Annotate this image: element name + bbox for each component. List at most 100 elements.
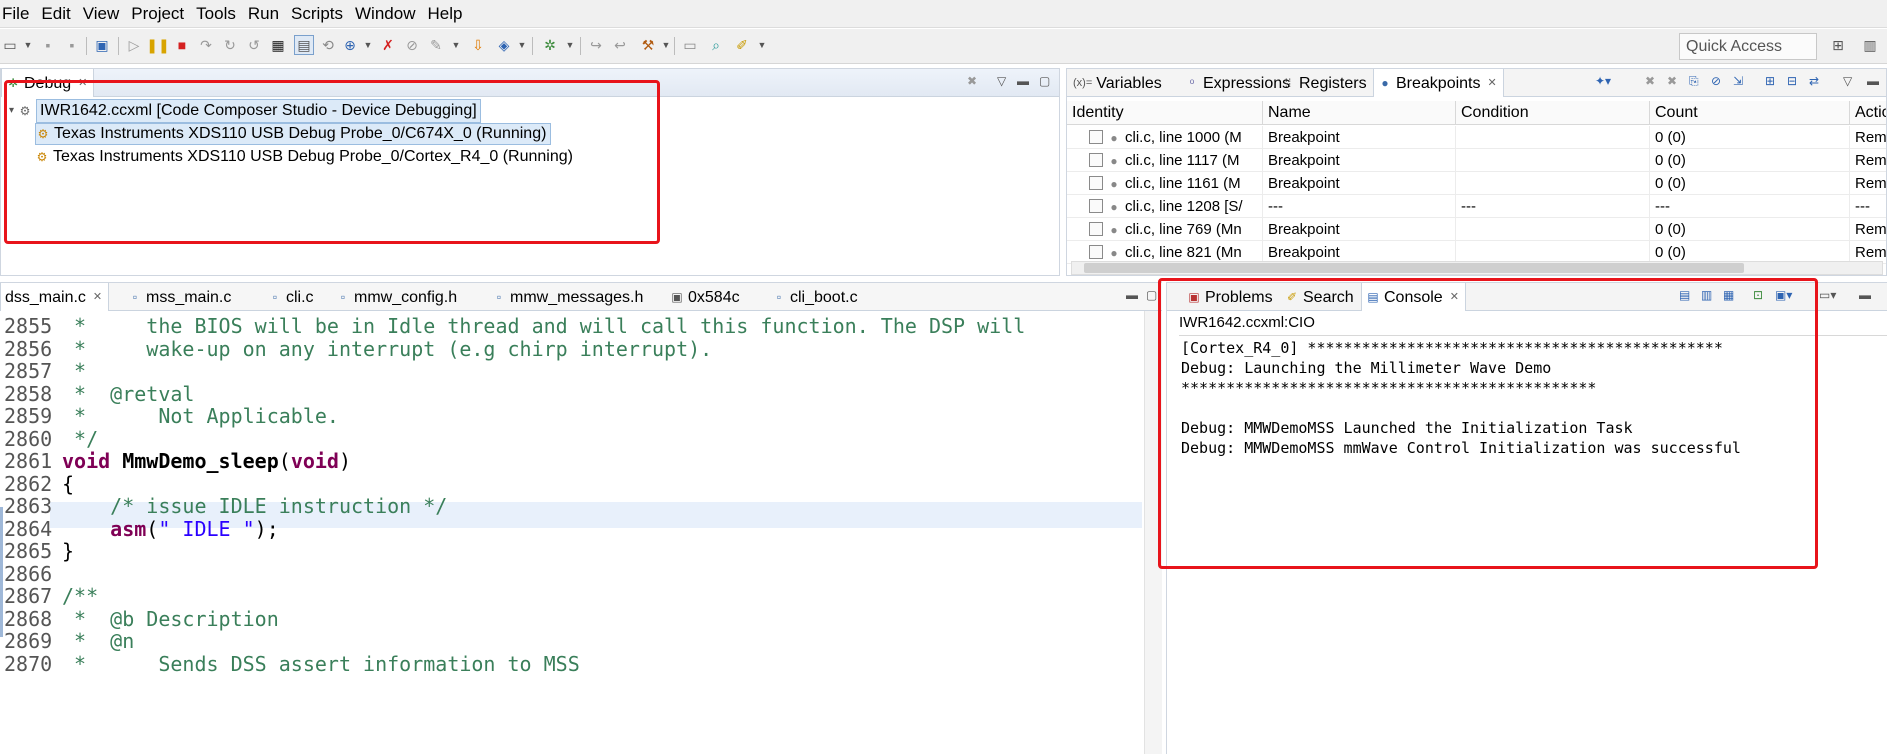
breakpoint-row[interactable]: ● cli.c, line 1117 (M Breakpoint 0 (0) Rema	[1067, 149, 1886, 172]
back-icon[interactable]: ↩	[610, 35, 630, 55]
view-menu-icon[interactable]: ▽	[1843, 74, 1852, 88]
menu-scripts[interactable]: Scripts	[285, 0, 349, 28]
column-count[interactable]: Count	[1650, 101, 1850, 125]
c-file-icon: ▫	[776, 290, 782, 304]
menu-tools[interactable]: Tools	[190, 0, 242, 28]
menu-run[interactable]: Run	[242, 0, 285, 28]
menu-view[interactable]: View	[77, 0, 126, 28]
menu-edit[interactable]: Edit	[35, 0, 76, 28]
breakpoint-row[interactable]: ● cli.c, line 1208 [S/ --- --- --- ---	[1067, 195, 1886, 218]
chevron-down-icon[interactable]: ▼	[752, 35, 772, 55]
column-action[interactable]: Actio	[1850, 101, 1886, 125]
link-icon[interactable]: ⎘	[1689, 74, 1699, 89]
breakpoint-row[interactable]: ● cli.c, line 1161 (M Breakpoint 0 (0) Rema	[1067, 172, 1886, 195]
menu-project[interactable]: Project	[125, 0, 190, 28]
enable-checkbox[interactable]	[1089, 153, 1103, 168]
import-icon[interactable]: ⇲	[1733, 74, 1743, 88]
enable-checkbox[interactable]	[1089, 176, 1103, 191]
menu-help[interactable]: Help	[421, 0, 468, 28]
tab-dss-main[interactable]: dss_main.c ✕	[0, 283, 110, 311]
tab-cli-boot[interactable]: ▫ cli_boot.c	[768, 283, 864, 311]
chevron-down-icon[interactable]: ▼	[656, 35, 676, 55]
code-token: void	[62, 449, 111, 473]
resume-icon[interactable]: ▷	[124, 35, 144, 55]
skip-breakpoints-icon[interactable]: ⊘	[402, 35, 422, 55]
tab-mss-main[interactable]: ▫ mss_main.c	[124, 283, 237, 311]
skip-icon[interactable]: ⊘	[1711, 74, 1721, 88]
menu-window[interactable]: Window	[349, 0, 421, 28]
enable-checkbox[interactable]	[1089, 199, 1103, 214]
tab-breakpoints[interactable]: ● Breakpoints ✕	[1373, 69, 1504, 97]
suspend-icon[interactable]: ❚❚	[146, 35, 169, 55]
expand-all-icon[interactable]: ⊞	[1765, 74, 1775, 88]
step-over-icon[interactable]: ↻	[220, 35, 240, 55]
column-identity[interactable]: Identity	[1067, 101, 1263, 125]
grid-icon[interactable]: ▦	[268, 35, 288, 55]
search-icon[interactable]: ⌕	[706, 35, 726, 55]
breakpoint-icon: ●	[1381, 76, 1389, 90]
scrollbar-thumb[interactable]	[1084, 263, 1744, 273]
reset-icon[interactable]: ⟲	[318, 35, 338, 55]
terminate-icon[interactable]: ■	[172, 35, 192, 55]
tab-disassembly[interactable]: ▣ 0x584c	[666, 283, 746, 311]
enable-checkbox[interactable]	[1089, 222, 1103, 237]
breakpoint-row[interactable]: ● cli.c, line 1000 (M Breakpoint 0 (0) Rema	[1067, 126, 1886, 149]
close-icon[interactable]: ✕	[1488, 70, 1497, 97]
sync-icon[interactable]: ⇄	[1809, 74, 1819, 88]
open-perspective-icon[interactable]: ⊞	[1828, 35, 1848, 55]
new-console-icon[interactable]: ▭▾	[1819, 288, 1836, 302]
cell-text: 0 (0)	[1655, 221, 1686, 238]
column-name[interactable]: Name	[1263, 101, 1456, 125]
breakpoint-cell-name: Breakpoint	[1263, 172, 1456, 195]
tab-mmw-messages[interactable]: ▫ mmw_messages.h	[488, 283, 649, 311]
build-icon[interactable]: ⚒	[638, 35, 658, 55]
enable-checkbox[interactable]	[1089, 130, 1103, 145]
chevron-down-icon[interactable]: ▼	[358, 35, 378, 55]
step-return-icon[interactable]: ↺	[244, 35, 264, 55]
watch-icon[interactable]: ✎	[426, 35, 446, 55]
minimize-icon[interactable]: ▬	[1867, 74, 1879, 88]
breakpoint-icon[interactable]: ✗	[378, 35, 398, 55]
maximize-icon[interactable]: ▢	[1039, 74, 1050, 88]
instruction-mode-icon[interactable]: ▤	[294, 35, 314, 55]
console-icon[interactable]: ▭	[680, 35, 700, 55]
view-menu-icon[interactable]: ▽	[997, 74, 1006, 88]
menu-file[interactable]: File	[0, 0, 35, 28]
remove-terminated-icon[interactable]: ✖	[967, 74, 977, 88]
collapse-all-icon[interactable]: ⊟	[1787, 74, 1797, 88]
chevron-down-icon[interactable]: ▼	[18, 35, 38, 55]
minimize-icon[interactable]: ▬	[1859, 288, 1871, 302]
code-area[interactable]: 2855 * the BIOS will be in Idle thread a…	[4, 311, 1144, 754]
column-condition[interactable]: Condition	[1456, 101, 1650, 125]
minimize-icon[interactable]: ▬	[1126, 288, 1138, 302]
save-icon[interactable]: ▪	[38, 35, 58, 55]
new-icon[interactable]: ▭	[0, 35, 20, 55]
debug-view-icon[interactable]: ▣	[92, 35, 112, 55]
minimize-icon[interactable]: ▬	[1017, 74, 1029, 88]
connect-icon[interactable]: ◈	[494, 35, 514, 55]
perspective-icon[interactable]: ▥	[1860, 35, 1880, 55]
remove-icon[interactable]: ✖	[1645, 74, 1655, 88]
load-program-icon[interactable]: ⇩	[468, 35, 488, 55]
enable-checkbox[interactable]	[1089, 245, 1103, 260]
remove-all-icon[interactable]: ✖	[1667, 74, 1677, 88]
tab-mmw-config[interactable]: ▫ mmw_config.h	[332, 283, 463, 311]
chevron-down-icon[interactable]: ▼	[512, 35, 532, 55]
save-all-icon[interactable]: ▪	[62, 35, 82, 55]
add-breakpoint-icon[interactable]: ✦▾	[1595, 74, 1611, 88]
tab-registers[interactable]: ⁞⁞ Registers	[1277, 69, 1373, 97]
tab-cli[interactable]: ▫ cli.c	[264, 283, 320, 311]
restart-icon[interactable]: ⊕	[340, 35, 360, 55]
debug-icon[interactable]: ✲	[540, 35, 560, 55]
step-icon[interactable]: ↪	[586, 35, 606, 55]
chevron-down-icon[interactable]: ▼	[446, 35, 466, 55]
close-icon[interactable]: ✕	[93, 284, 102, 311]
quick-access-field[interactable]: Quick Access	[1679, 33, 1817, 60]
pin-icon[interactable]: ✐	[732, 35, 752, 55]
chevron-down-icon[interactable]: ▼	[560, 35, 580, 55]
tab-variables[interactable]: (x)= Variables	[1069, 69, 1168, 97]
step-into-icon[interactable]: ↷	[196, 35, 216, 55]
breakpoint-row[interactable]: ● cli.c, line 769 (Mn Breakpoint 0 (0) Rema	[1067, 218, 1886, 241]
horizontal-scrollbar[interactable]	[1071, 261, 1883, 275]
maximize-icon[interactable]: ▢	[1146, 288, 1157, 302]
